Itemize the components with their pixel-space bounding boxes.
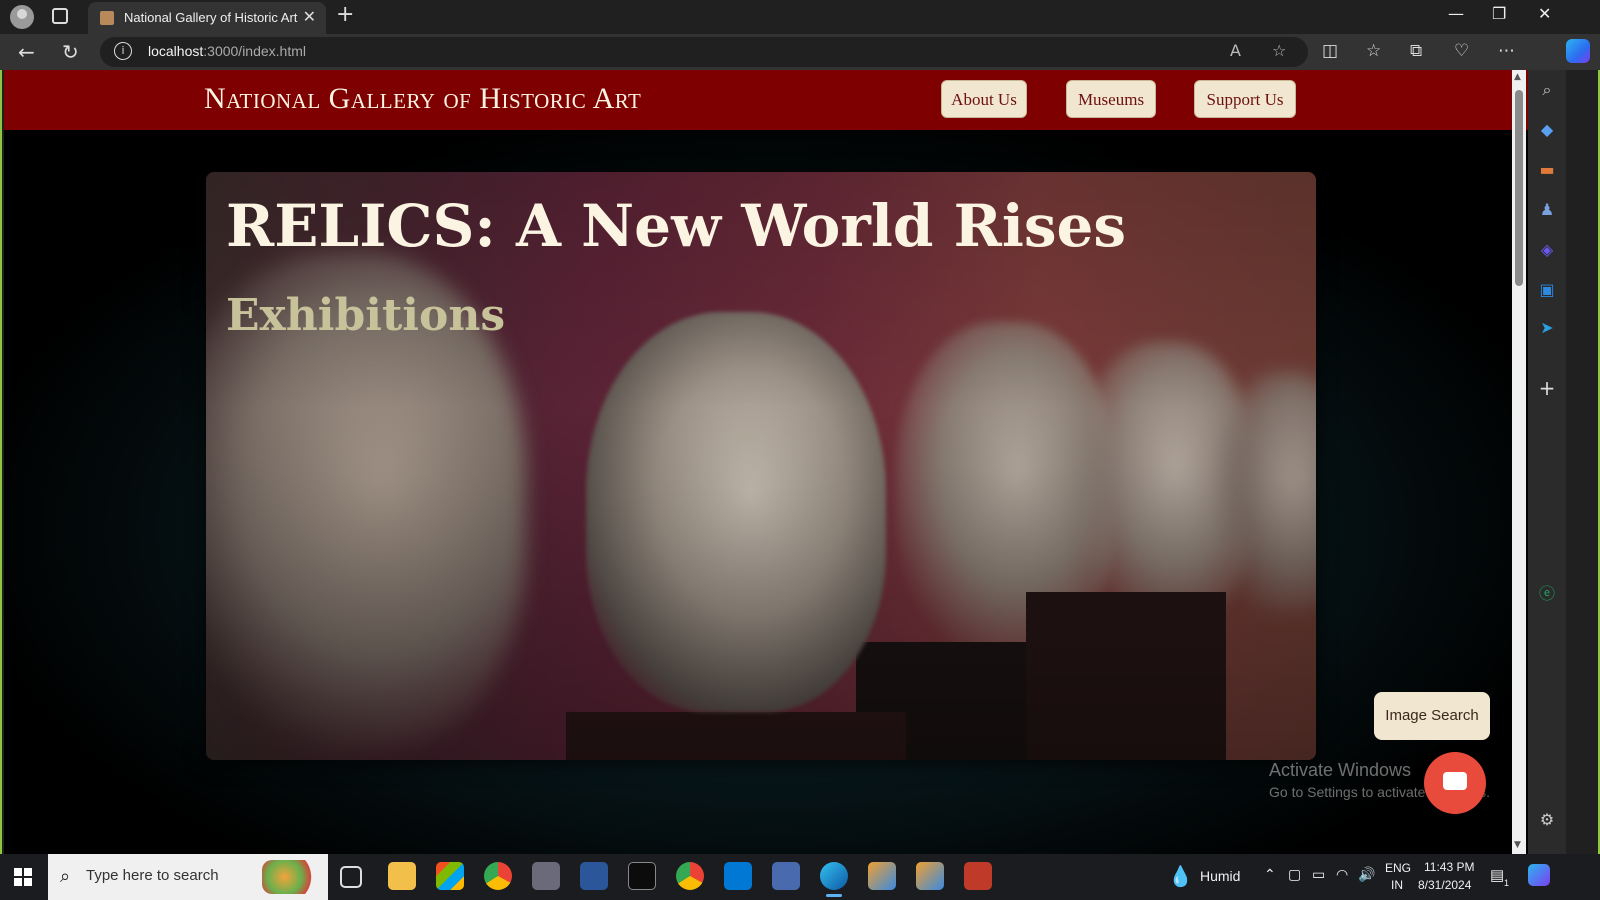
museums-button[interactable]: Museums: [1066, 80, 1156, 118]
back-arrow-icon[interactable]: ←: [18, 40, 35, 64]
vscode-icon[interactable]: [724, 862, 752, 890]
collections-icon[interactable]: ⧉: [1410, 41, 1422, 61]
chat-button[interactable]: [1424, 752, 1486, 814]
sidebar-search-icon[interactable]: ⌕: [1537, 80, 1557, 100]
favorites-icon[interactable]: ☆: [1366, 41, 1381, 61]
search-placeholder: Type here to search: [86, 867, 219, 884]
address-bar-row: ← ↻ i localhost:3000/index.html A ☆ ◫ ☆ …: [0, 34, 1600, 70]
clock-date[interactable]: 8/31/2024: [1418, 878, 1471, 892]
site-info-icon[interactable]: i: [114, 42, 132, 60]
task-view-icon[interactable]: [340, 866, 362, 888]
profile-avatar[interactable]: [10, 5, 34, 29]
language-top[interactable]: ENG: [1385, 861, 1411, 875]
edge-sidebar: ⌕ ◆ ▬ ♟ ◈ ▣ ➤ + ⓔ ⚙: [1528, 70, 1566, 854]
chrome-icon[interactable]: [484, 862, 512, 890]
chat-bubble-icon: [1443, 772, 1467, 790]
scroll-up-arrow-icon[interactable]: ▲: [1514, 72, 1521, 82]
notification-icon[interactable]: ▤: [1490, 866, 1504, 884]
ms-store-icon[interactable]: [436, 862, 464, 890]
sidebar-settings-icon[interactable]: ⚙: [1537, 810, 1557, 830]
scroll-thumb[interactable]: [1515, 90, 1523, 286]
sidebar-extension-icon[interactable]: ⓔ: [1537, 580, 1557, 603]
git-app-icon[interactable]: [868, 862, 896, 890]
file-explorer-icon[interactable]: [388, 862, 416, 890]
language-bottom[interactable]: IN: [1391, 878, 1403, 892]
url-path: :3000/index.html: [203, 43, 306, 59]
git-app-icon[interactable]: [916, 862, 944, 890]
tray-chevron-icon[interactable]: ⌃: [1264, 866, 1276, 883]
windows-taskbar: ⌕ Type here to search 💧 Humid ⌃ ▢ ▭ ◠ 🔊 …: [0, 854, 1600, 900]
scroll-down-arrow-icon[interactable]: ▼: [1514, 840, 1521, 850]
activate-windows-title: Activate Windows: [1269, 760, 1412, 780]
browser-essentials-icon[interactable]: ♡: [1454, 41, 1469, 61]
notification-count: 1: [1504, 878, 1510, 888]
chrome-icon[interactable]: [676, 862, 704, 890]
site-header: National Gallery of Historic Art About U…: [4, 70, 1540, 130]
sidebar-tools-icon[interactable]: ▬: [1537, 160, 1557, 180]
site-title[interactable]: National Gallery of Historic Art: [204, 82, 641, 116]
image-search-button[interactable]: Image Search: [1374, 692, 1490, 740]
weather-text[interactable]: Humid: [1200, 868, 1240, 884]
word-icon[interactable]: [580, 862, 608, 890]
address-bar[interactable]: i localhost:3000/index.html A ☆: [100, 37, 1308, 67]
wifi-icon[interactable]: ◠: [1336, 866, 1348, 883]
exhibitions-heading[interactable]: Exhibitions: [226, 290, 505, 341]
taskbar-search-box[interactable]: ⌕ Type here to search: [48, 854, 328, 900]
tray-device-icon[interactable]: ▢: [1288, 866, 1301, 883]
url-text[interactable]: localhost:3000/index.html: [148, 43, 306, 59]
search-icon: ⌕: [60, 866, 71, 887]
search-highlight-art-icon: [262, 860, 318, 894]
support-us-button[interactable]: Support Us: [1194, 80, 1296, 118]
browser-tab[interactable]: National Gallery of Historic Art ✕: [88, 2, 326, 34]
sidebar-outlook-icon[interactable]: ▣: [1537, 280, 1557, 300]
hero-banner: RELICS: A New World Rises Exhibitions: [206, 172, 1316, 760]
sidebar-send-icon[interactable]: ➤: [1537, 318, 1557, 338]
copilot-taskbar-icon[interactable]: [1528, 864, 1550, 886]
terminal-icon[interactable]: [628, 862, 656, 890]
copilot-icon[interactable]: [1566, 39, 1590, 63]
page-viewport: National Gallery of Historic Art About U…: [4, 70, 1540, 854]
tab-close-icon[interactable]: ✕: [303, 7, 316, 26]
url-host: localhost: [148, 43, 204, 59]
clock-time[interactable]: 11:43 PM: [1424, 860, 1474, 874]
sidebar-copilot-icon[interactable]: ◈: [1537, 240, 1557, 260]
sidebar-add-icon[interactable]: +: [1537, 376, 1557, 400]
edge-icon[interactable]: [820, 862, 848, 897]
close-window-button[interactable]: ✕: [1538, 4, 1551, 23]
new-tab-button[interactable]: +: [336, 2, 354, 27]
page-scrollbar[interactable]: ▲ ▼: [1512, 70, 1526, 854]
hero-title: RELICS: A New World Rises: [226, 192, 1127, 260]
hero-overlay: [206, 172, 1316, 760]
restore-button[interactable]: ❐: [1492, 4, 1506, 23]
tab-actions-icon[interactable]: [52, 8, 68, 24]
battery-icon[interactable]: ▭: [1312, 866, 1325, 883]
refresh-icon[interactable]: ↻: [62, 40, 79, 64]
favorite-star-icon[interactable]: ☆: [1272, 41, 1286, 60]
minimize-button[interactable]: —: [1448, 4, 1464, 23]
about-us-button[interactable]: About Us: [941, 80, 1027, 118]
app-icon[interactable]: [964, 862, 992, 890]
split-screen-icon[interactable]: ◫: [1322, 41, 1338, 61]
sidebar-shopping-icon[interactable]: ◆: [1537, 120, 1557, 140]
camera-icon[interactable]: [532, 862, 560, 890]
more-options-icon[interactable]: ⋯: [1498, 41, 1515, 61]
windows-start-icon[interactable]: [14, 868, 32, 886]
tab-strip: National Gallery of Historic Art ✕ + — ❐…: [0, 0, 1600, 34]
museum-favicon-icon: [100, 11, 114, 25]
sidebar-games-icon[interactable]: ♟: [1537, 200, 1557, 220]
tab-title: National Gallery of Historic Art: [124, 10, 298, 25]
read-aloud-icon[interactable]: A: [1230, 41, 1241, 60]
remote-desktop-icon[interactable]: [772, 862, 800, 890]
weather-drop-icon[interactable]: 💧: [1168, 864, 1193, 889]
volume-icon[interactable]: 🔊: [1358, 866, 1375, 883]
